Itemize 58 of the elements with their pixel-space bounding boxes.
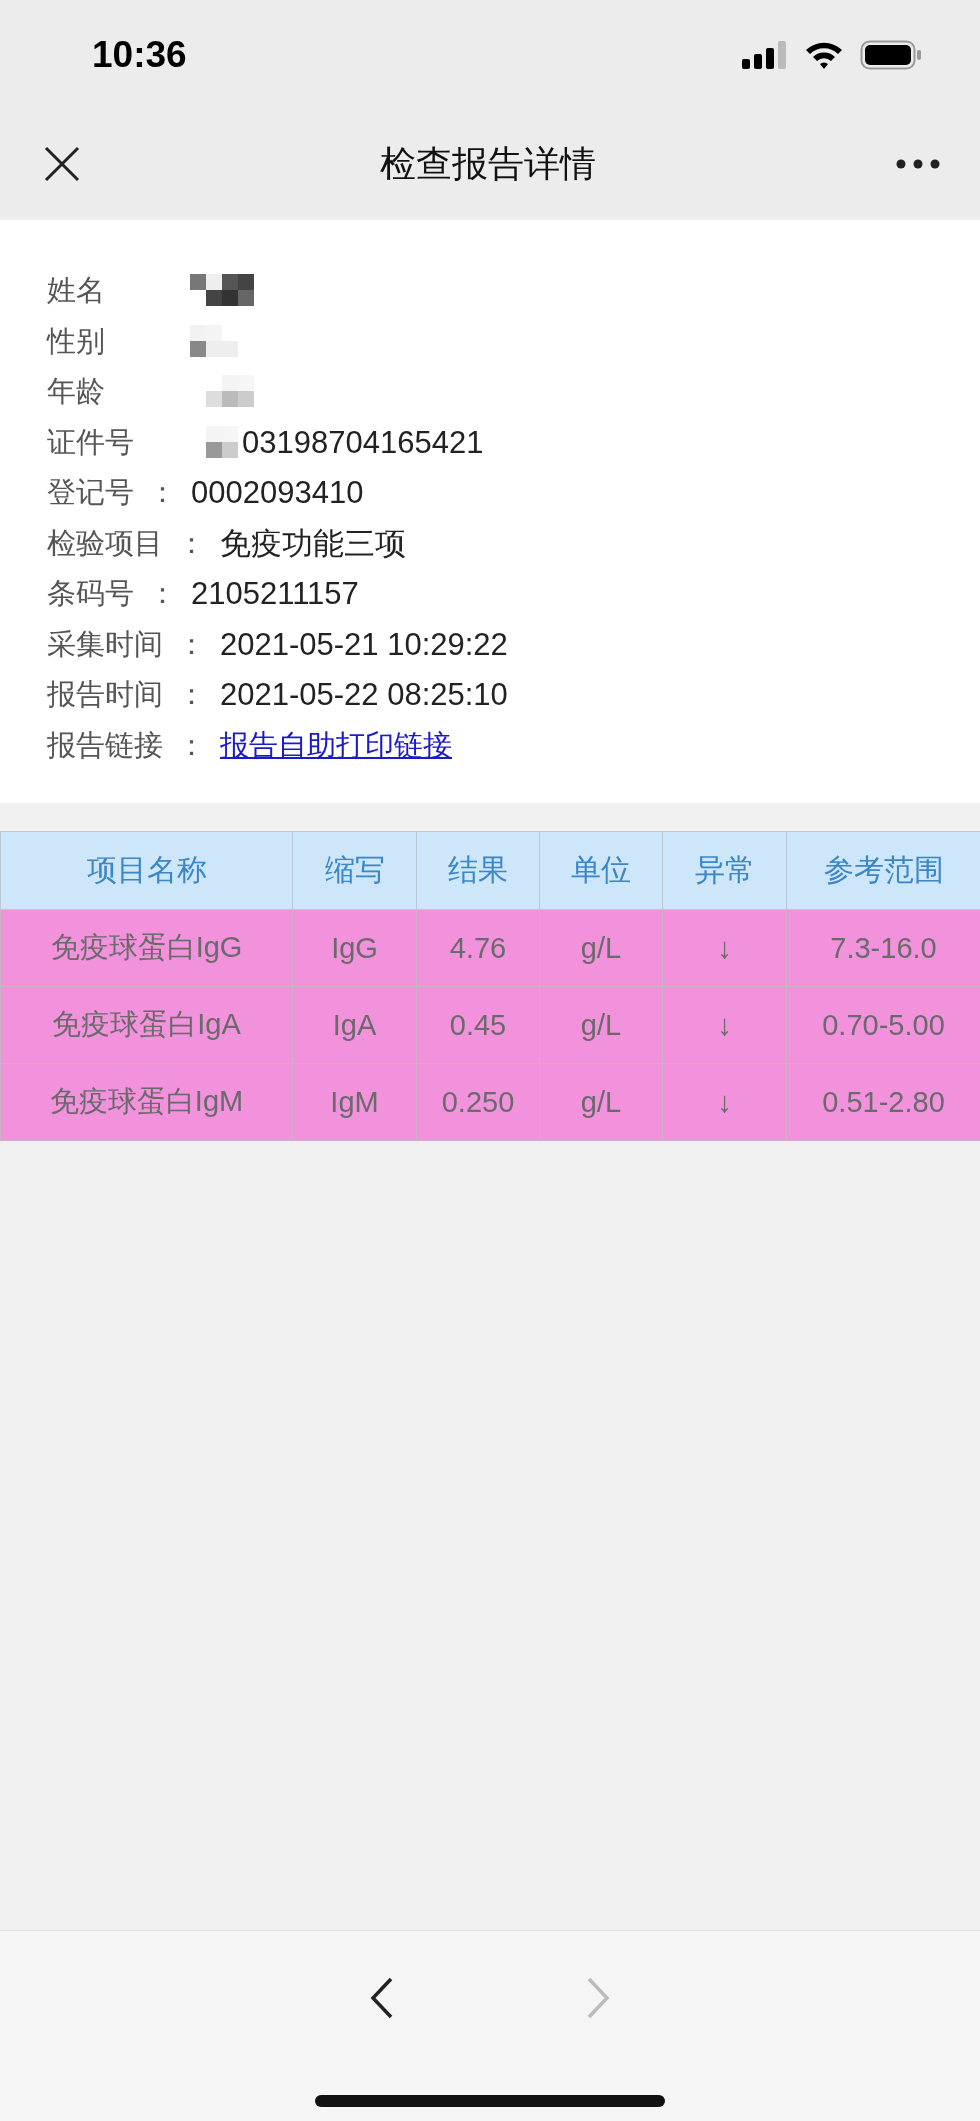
table-cell: g/L — [539, 986, 663, 1064]
field-value: 03198704165421 — [242, 424, 484, 461]
table-cell: g/L — [539, 909, 663, 987]
wifi-icon — [804, 40, 844, 70]
table-cell: 0.250 — [416, 1063, 540, 1141]
page-title: 检查报告详情 — [380, 141, 596, 186]
field-value: 2021-05-21 10:29:22 — [220, 626, 508, 663]
field-label: 证件号 — [47, 423, 135, 461]
table-cell: 0.51-2.80 — [786, 1063, 980, 1141]
field-value: 2021-05-22 08:25:10 — [220, 677, 508, 714]
print-link[interactable]: 报告自助打印链接 — [220, 725, 452, 766]
field-label: 报告时间 — [47, 676, 163, 714]
table-cell: 0.70-5.00 — [786, 986, 980, 1064]
table-cell: ↓ — [662, 909, 787, 987]
field-label: 检验项目 — [47, 524, 163, 562]
table-cell: 7.3-16.0 — [786, 909, 980, 987]
close-icon[interactable] — [44, 146, 80, 182]
field-label: 年龄 — [47, 373, 106, 411]
table-cell: IgA — [292, 986, 417, 1064]
field-value: 2105211157 — [191, 576, 359, 613]
field-colon: ： — [177, 676, 206, 714]
field-colon: ： — [148, 474, 177, 512]
table-cell: 免疫球蛋白IgA — [0, 986, 293, 1064]
battery-icon — [860, 40, 922, 70]
table-cell: IgM — [292, 1063, 417, 1141]
table-cell: g/L — [539, 1063, 663, 1141]
column-header: 结果 — [416, 831, 540, 910]
signal-icon — [742, 41, 788, 69]
field-colon: ： — [148, 575, 177, 613]
more-icon[interactable] — [896, 159, 940, 169]
field-colon: ： — [177, 625, 206, 663]
table-cell: 4.76 — [416, 909, 540, 987]
field-value: 免疫功能三项 — [220, 524, 406, 563]
status-time: 10:36 — [92, 34, 187, 76]
field-colon: ： — [177, 524, 206, 562]
redacted-mosaic — [190, 324, 238, 357]
column-header: 参考范围 — [786, 831, 980, 910]
column-header: 单位 — [539, 831, 663, 910]
redacted-mosaic — [206, 375, 254, 407]
field-label: 条码号 — [47, 575, 134, 613]
redacted-mosaic — [206, 425, 238, 458]
table-cell: 免疫球蛋白IgM — [0, 1063, 293, 1141]
field-label: 姓名 — [47, 272, 106, 310]
field-colon: ： — [177, 726, 206, 764]
column-header: 缩写 — [292, 831, 417, 910]
field-value: 0002093410 — [191, 475, 364, 512]
table-cell: IgG — [292, 909, 417, 987]
table-cell: ↓ — [662, 986, 787, 1064]
table-cell: 免疫球蛋白IgG — [0, 909, 293, 987]
field-label: 采集时间 — [47, 625, 163, 663]
table-cell: 0.45 — [416, 986, 540, 1064]
field-label: 性别 — [47, 322, 106, 360]
column-header: 异常 — [662, 831, 787, 910]
table-cell: ↓ — [662, 1063, 787, 1141]
field-label: 报告链接 — [47, 726, 163, 764]
column-header: 项目名称 — [0, 831, 293, 910]
field-label: 登记号 — [47, 474, 134, 512]
redacted-mosaic — [190, 274, 254, 306]
